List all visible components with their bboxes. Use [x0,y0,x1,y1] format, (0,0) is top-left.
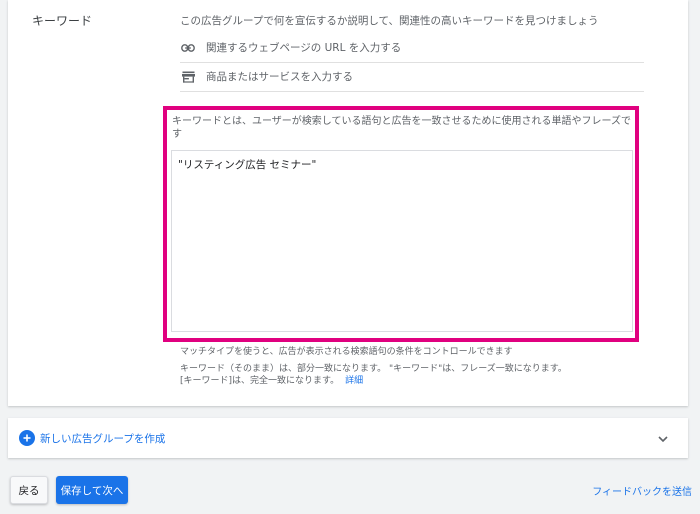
save-and-next-button[interactable]: 保存して次へ [56,476,128,504]
add-circle-icon[interactable] [19,430,35,446]
details-link[interactable]: 詳細 [345,376,363,386]
keyword-textarea-value: "リスティング広告 セミナー" [178,159,317,171]
back-button[interactable]: 戻る [10,476,48,504]
url-input-placeholder: 関連するウェブページの URL を入力する [206,42,402,54]
send-feedback-link[interactable]: フィードバックを送信 [592,483,692,498]
match-type-hint-exact-text: [キーワード]は、完全一致になります。 [180,376,340,386]
product-input-row[interactable]: 商品またはサービスを入力する [180,62,644,92]
keywords-intro: この広告グループで何を宣伝するか説明して、関連性の高いキーワードを見つけましょう [180,15,599,27]
link-icon [180,40,196,56]
match-type-hint-exact: [キーワード]は、完全一致になります。 詳細 [180,373,363,386]
product-input-placeholder: 商品またはサービスを入力する [206,71,353,83]
section-label-keywords: キーワード [32,14,93,28]
url-input-row[interactable]: 関連するウェブページの URL を入力する [180,33,644,63]
keyword-textarea[interactable]: "リスティング広告 セミナー" [171,150,633,332]
keyword-description: キーワードとは、ユーザーが検索している語句と広告を一致させるために使用される単語… [172,116,631,140]
store-icon [180,69,196,85]
new-ad-group-label[interactable]: 新しい広告グループを作成 [40,431,165,446]
match-type-hint: マッチタイプを使うと、広告が表示される検索語句の条件をコントロールできます [180,347,513,357]
chevron-down-icon[interactable] [656,431,670,445]
new-ad-group-card[interactable]: 新しい広告グループを作成 [8,418,688,458]
